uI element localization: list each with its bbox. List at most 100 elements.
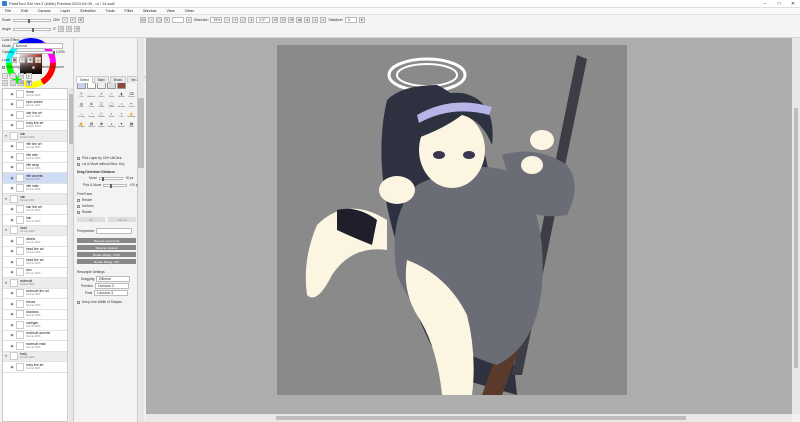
canvas-area[interactable] bbox=[146, 38, 792, 414]
visibility-icon[interactable]: ◉ bbox=[9, 260, 15, 264]
canvas-vertical-scrollbar[interactable] bbox=[792, 38, 800, 414]
menu-view[interactable]: View bbox=[162, 9, 180, 13]
layer-row[interactable]: ◉ details Normal 100% bbox=[3, 236, 67, 247]
visibility-icon[interactable]: ◉ bbox=[9, 113, 15, 117]
mode-select[interactable]: Normal bbox=[12, 43, 63, 49]
fit-icon[interactable]: ⤢ bbox=[240, 17, 247, 23]
visibility-icon[interactable]: ◉ bbox=[9, 302, 15, 306]
clear-layer-icon[interactable]: ⌫ bbox=[18, 80, 24, 86]
menu-filter[interactable]: Filter bbox=[120, 9, 138, 13]
keep-line-checkbox[interactable] bbox=[77, 300, 80, 304]
color-swatch-1[interactable] bbox=[77, 82, 86, 89]
tool-brush[interactable]: ✐ Brush bbox=[97, 90, 106, 99]
visibility-icon[interactable]: ◉ bbox=[9, 249, 15, 253]
grid-icon[interactable]: # bbox=[304, 17, 311, 23]
tab-main[interactable]: Main bbox=[93, 76, 109, 83]
delete-layer-icon[interactable]: 🗑 bbox=[26, 80, 32, 86]
visibility-icon[interactable]: ◉ bbox=[9, 291, 15, 295]
visibility-icon[interactable]: ◉ bbox=[9, 123, 15, 127]
tool-eraser[interactable]: ⌫ Eraser bbox=[127, 90, 136, 99]
rot-reset-icon[interactable]: ⟲ bbox=[288, 17, 295, 23]
tool-blend[interactable]: ◐ Blend bbox=[107, 110, 116, 119]
visibility-icon[interactable]: ◉ bbox=[9, 344, 15, 348]
tool-scatter[interactable]: ∴ Scatter bbox=[77, 110, 86, 119]
lock-move-icon[interactable]: ✥ bbox=[27, 57, 34, 63]
layer-row[interactable]: ◉ eyes sketch Normal 100% bbox=[3, 100, 67, 110]
layer-row[interactable]: ◉ hair line art Normal 100% bbox=[3, 110, 67, 121]
layer-row[interactable]: ◉ rifle line art Normal 100% bbox=[3, 142, 67, 152]
tool-bucket[interactable]: ▼ Bucket bbox=[117, 120, 126, 129]
zoom-plus-icon[interactable]: + bbox=[232, 17, 239, 23]
lasso-mode-icon[interactable]: ◌ bbox=[148, 17, 154, 23]
menu-other[interactable]: Other bbox=[180, 9, 200, 13]
rotate-right-icon[interactable]: ↻ bbox=[66, 26, 73, 32]
new-folder-icon[interactable]: ▭ bbox=[18, 73, 24, 79]
tool-gauge[interactable]: ◔ Gauge bbox=[87, 110, 96, 119]
transfer-down-icon[interactable]: ⇣ bbox=[2, 80, 8, 86]
tool-panel-scrollbar[interactable] bbox=[138, 38, 144, 422]
lock-transparency-icon[interactable]: ▦ bbox=[11, 57, 18, 63]
folder-toggle-icon[interactable]: ▾ bbox=[3, 228, 9, 232]
tool-crayon[interactable]: ✍ Crayon bbox=[77, 120, 86, 129]
final-select[interactable]: Lanczos 3 bbox=[94, 290, 129, 296]
rotate-ccw-button[interactable]: Rotate 90deg. CCW bbox=[77, 252, 136, 257]
reverse-horizontal-button[interactable]: Reverse Horizontal bbox=[77, 238, 136, 243]
uniform-row[interactable]: Uniform bbox=[77, 204, 94, 208]
visibility-icon[interactable]: ◉ bbox=[9, 365, 15, 369]
layer-row[interactable]: ◉ frame Normal 100% bbox=[3, 89, 67, 100]
visibility-icon[interactable]: ◉ bbox=[9, 186, 15, 190]
selection-value[interactable]: 25% bbox=[210, 17, 223, 23]
resize-row[interactable]: Resize bbox=[77, 198, 92, 202]
visibility-icon[interactable]: ◉ bbox=[9, 165, 15, 169]
zoom-reset-icon[interactable]: ⟲ bbox=[77, 17, 84, 23]
visibility-icon[interactable]: ◉ bbox=[9, 92, 15, 96]
actual-size-icon[interactable]: 1 bbox=[248, 17, 255, 23]
layer-row[interactable]: ◉ body line art Normal 100% bbox=[3, 362, 67, 373]
visibility-icon[interactable]: ◉ bbox=[9, 155, 15, 159]
perspective-field[interactable] bbox=[96, 228, 133, 234]
tab-bruss[interactable]: Bruss bbox=[109, 76, 126, 83]
visibility-icon[interactable]: ◉ bbox=[9, 218, 15, 222]
rotation-value[interactable]: 0.0° bbox=[256, 17, 271, 23]
layer-row[interactable]: ◉ cardigan Normal 100% bbox=[3, 320, 67, 331]
tool-blender[interactable]: ◑ Blender bbox=[117, 100, 126, 109]
tool-pencil[interactable]: ✏ Pencil bbox=[127, 100, 136, 109]
move-slider[interactable] bbox=[99, 176, 124, 181]
rotate-radio[interactable] bbox=[77, 210, 80, 214]
zoom-out-icon[interactable]: − bbox=[61, 17, 68, 23]
angle-slider[interactable] bbox=[12, 27, 51, 32]
layer-row[interactable]: ◉ rifle accents Normal 100% bbox=[3, 173, 67, 184]
pick-move-slider[interactable] bbox=[103, 183, 128, 188]
keep-line-row[interactable]: Keep Line Width of Shapes bbox=[77, 300, 122, 304]
rotate-left-icon[interactable]: ↺ bbox=[58, 26, 65, 32]
maximize-icon[interactable]: □ bbox=[772, 0, 786, 8]
layer-row[interactable]: ◉ head line art Normal 100% bbox=[3, 257, 67, 268]
shape-mode-icon[interactable]: ▢ bbox=[156, 17, 162, 23]
layer-row[interactable]: ◉ swimsuit line art Normal 100% bbox=[3, 289, 67, 299]
layer-row[interactable]: ◉ rifle side Normal 100% bbox=[3, 152, 67, 163]
merge-down-icon[interactable]: ⤓ bbox=[10, 80, 16, 86]
resize-radio[interactable] bbox=[77, 198, 80, 202]
layer-folder[interactable]: ▾ head Normal 100% bbox=[3, 225, 67, 236]
color-swatch-2[interactable] bbox=[87, 82, 96, 89]
zoom-minus-icon[interactable]: − bbox=[224, 17, 231, 23]
layer-row[interactable]: ◉ body line art Multiply 100% bbox=[3, 121, 67, 131]
tool-marker[interactable]: ▮ Marker bbox=[117, 90, 126, 99]
new-mask-icon[interactable]: ◐ bbox=[26, 73, 32, 79]
layer-row[interactable]: ◉ skin Normal 100% bbox=[3, 268, 67, 278]
cancel-button[interactable]: Cancel bbox=[108, 217, 136, 222]
preview-select[interactable]: Lanczos 3 bbox=[94, 283, 129, 289]
layer-row[interactable]: ◉ shadows Normal 100% bbox=[3, 310, 67, 320]
mode-field[interactable] bbox=[172, 17, 184, 23]
color-swatch-main[interactable] bbox=[117, 82, 126, 89]
minimize-icon[interactable]: – bbox=[758, 0, 772, 8]
lcl-move-row[interactable]: Lcl & Move without Mod. Key bbox=[77, 162, 125, 166]
layer-row[interactable]: ◉ head line art Normal 100% bbox=[3, 247, 67, 257]
lock-all-icon[interactable]: 🔒 bbox=[35, 57, 42, 63]
color-swatch-4[interactable] bbox=[107, 82, 116, 89]
ok-button[interactable]: OK bbox=[77, 217, 105, 222]
tool-pen[interactable]: ✎ Pen bbox=[77, 90, 86, 99]
dragging-select[interactable]: Bilinear bbox=[96, 276, 131, 282]
folder-toggle-icon[interactable]: ▾ bbox=[3, 354, 9, 358]
tool-fabric[interactable]: ▒ Fabric bbox=[97, 100, 106, 109]
